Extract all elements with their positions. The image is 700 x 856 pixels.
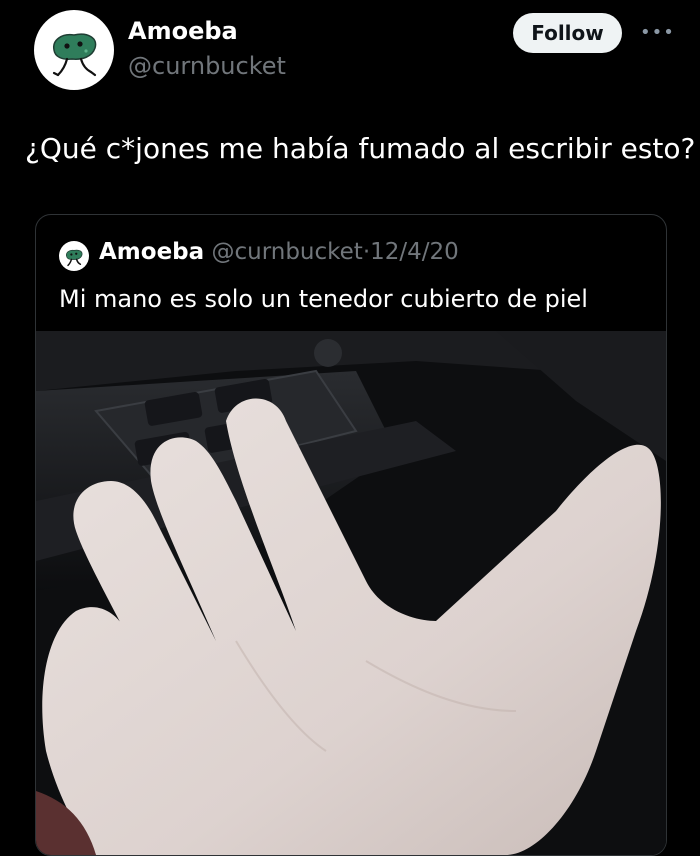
quoted-tweet-header: Amoeba @curnbucket·12/4/20: [99, 239, 459, 265]
amoeba-logo-icon: [66, 249, 83, 267]
amoeba-logo-icon: [52, 33, 97, 77]
author-handle[interactable]: @curnbucket: [128, 52, 286, 80]
quoted-author-avatar: [59, 241, 89, 271]
quoted-tweet-text: Mi mano es solo un tenedor cubierto de p…: [59, 285, 588, 313]
more-horizontal-icon[interactable]: •••: [640, 18, 674, 48]
quoted-author-name: Amoeba: [99, 239, 205, 265]
author-avatar[interactable]: [34, 10, 114, 90]
tweet-text: ¿Qué c*jones me había fumado al escribir…: [25, 132, 696, 165]
author-name[interactable]: Amoeba: [128, 17, 238, 45]
follow-button[interactable]: Follow: [513, 13, 622, 53]
quoted-author-handle: @curnbucket: [211, 239, 363, 265]
quoted-tweet-card[interactable]: Amoeba @curnbucket·12/4/20 Mi mano es so…: [35, 214, 667, 856]
quoted-tweet-date: 12/4/20: [370, 239, 459, 265]
quoted-tweet-photo[interactable]: [36, 331, 666, 855]
hand-photo-image: [36, 331, 666, 855]
